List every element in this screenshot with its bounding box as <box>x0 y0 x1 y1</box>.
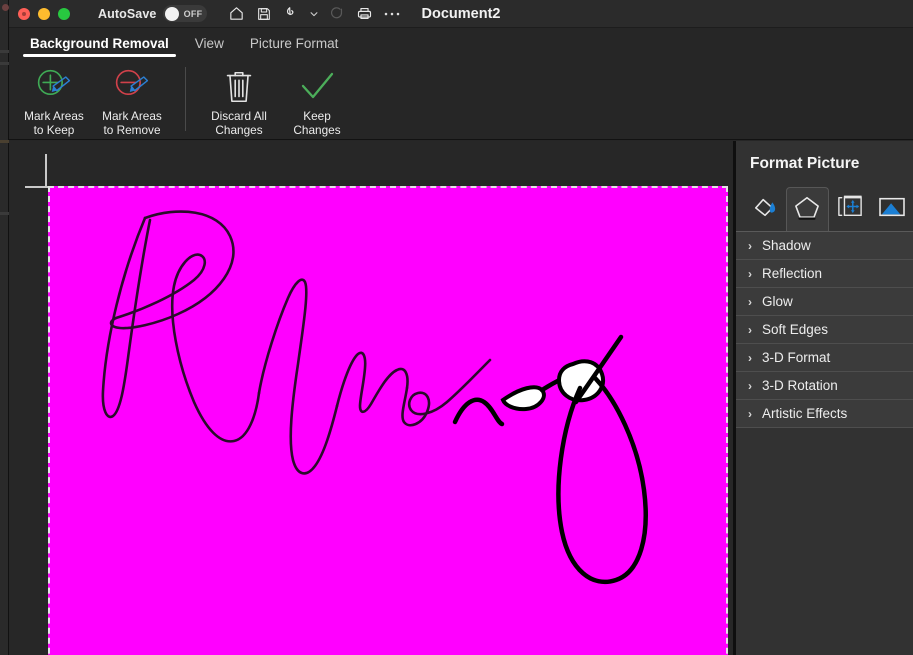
chevron-right-icon: › <box>748 266 752 281</box>
panel-section-3d-format[interactable]: › 3-D Format <box>736 344 913 372</box>
autosave-control[interactable]: AutoSave OFF <box>98 5 208 22</box>
document-canvas[interactable] <box>9 141 733 655</box>
close-group: Discard All Changes Keep Changes <box>200 63 356 137</box>
panel-section-glow[interactable]: › Glow <box>736 288 913 316</box>
panel-tab-bar <box>736 183 913 231</box>
panel-section-glow-label: Glow <box>762 294 793 309</box>
chevron-right-icon: › <box>748 294 752 309</box>
mark-areas-to-remove-label: Mark Areas to Remove <box>102 109 162 137</box>
chevron-right-icon: › <box>748 350 752 365</box>
checkmark-icon <box>298 67 336 107</box>
picture-tab[interactable] <box>871 187 913 231</box>
fill-and-line-tab[interactable] <box>744 187 786 231</box>
ribbon-tab-bar: Background Removal View Picture Format <box>9 28 913 57</box>
maximize-icon <box>62 12 66 16</box>
chevron-right-icon: › <box>748 406 752 421</box>
save-icon[interactable] <box>251 2 277 26</box>
panel-section-shadow[interactable]: › Shadow <box>736 232 913 260</box>
undo-icon[interactable] <box>279 2 305 26</box>
tab-background-removal[interactable]: Background Removal <box>17 36 182 57</box>
panel-section-list: › Shadow › Reflection › Glow › Soft Edge… <box>736 232 913 428</box>
trash-icon <box>222 67 256 107</box>
panel-title: Format Picture <box>736 141 913 183</box>
traffic-light-group <box>18 7 70 20</box>
tab-picture-format[interactable]: Picture Format <box>237 36 352 57</box>
minimize-window-button[interactable] <box>38 7 50 20</box>
autosave-knob <box>165 6 180 21</box>
close-window-button[interactable] <box>18 7 30 20</box>
plus-circle-pen-icon <box>34 67 74 107</box>
minimize-icon <box>42 12 46 16</box>
panel-section-3d-rotation-label: 3-D Rotation <box>762 378 838 393</box>
picture-icon <box>878 195 906 224</box>
size-and-properties-tab[interactable] <box>829 187 871 231</box>
keep-changes-button[interactable]: Keep Changes <box>278 63 356 137</box>
word-window: AutoSave OFF Document2 Background Remova… <box>9 0 913 655</box>
mark-areas-to-keep-label: Mark Areas to Keep <box>24 109 84 137</box>
chevron-down-icon[interactable] <box>307 2 321 26</box>
maximize-window-button[interactable] <box>58 7 70 20</box>
title-bar: AutoSave OFF Document2 <box>9 0 913 28</box>
minus-circle-pen-icon <box>112 67 152 107</box>
panel-section-artistic-effects-label: Artistic Effects <box>762 406 848 421</box>
quick-access-toolbar <box>223 2 405 26</box>
tab-background-removal-label: Background Removal <box>30 36 169 51</box>
app-root: AutoSave OFF Document2 Background Remova… <box>0 0 913 655</box>
discard-all-changes-button[interactable]: Discard All Changes <box>200 63 278 137</box>
format-picture-panel: Format Picture › Shadow › Reflection › G… <box>736 141 913 655</box>
close-icon <box>22 11 26 16</box>
layout-arrows-icon <box>836 194 864 224</box>
print-icon[interactable] <box>351 2 377 26</box>
margin-guide-vertical <box>45 154 47 188</box>
panel-section-soft-edges-label: Soft Edges <box>762 322 829 337</box>
keep-mark-blob <box>500 385 546 412</box>
chevron-right-icon: › <box>748 322 752 337</box>
tab-view[interactable]: View <box>182 36 237 57</box>
background-removal-marks <box>452 334 648 584</box>
workspace: Format Picture › Shadow › Reflection › G… <box>9 141 913 655</box>
panel-section-soft-edges[interactable]: › Soft Edges <box>736 316 913 344</box>
discard-all-changes-label: Discard All Changes <box>211 109 267 137</box>
redo-icon <box>323 2 349 26</box>
panel-empty-area <box>736 428 913 608</box>
tab-view-label: View <box>194 36 224 51</box>
effects-tab[interactable] <box>786 187 829 231</box>
panel-section-3d-format-label: 3-D Format <box>762 350 831 365</box>
background-window-close-dot <box>2 4 9 11</box>
more-options-icon[interactable] <box>379 2 405 26</box>
refine-group: Mark Areas to Keep Mark Areas to Remove <box>15 63 171 137</box>
chevron-right-icon: › <box>748 378 752 393</box>
chevron-right-icon: › <box>748 238 752 253</box>
pentagon-icon <box>793 194 821 225</box>
mark-areas-to-remove-button[interactable]: Mark Areas to Remove <box>93 63 171 137</box>
panel-section-shadow-label: Shadow <box>762 238 811 253</box>
paint-bucket-icon <box>752 195 778 224</box>
panel-section-artistic-effects[interactable]: › Artistic Effects <box>736 400 913 428</box>
background-window-sliver[interactable] <box>0 0 9 655</box>
ribbon-body: Mark Areas to Keep Mark Areas to Remove <box>9 57 913 140</box>
tab-picture-format-label: Picture Format <box>249 36 339 51</box>
autosave-label: AutoSave <box>98 6 157 21</box>
keep-mark-stroke <box>452 397 505 427</box>
keep-mark-stroke <box>556 375 648 584</box>
autosave-state-label: OFF <box>183 8 203 19</box>
background-window-line <box>0 50 9 53</box>
background-window-line <box>0 140 9 143</box>
panel-section-reflection[interactable]: › Reflection <box>736 260 913 288</box>
keep-changes-label: Keep Changes <box>293 109 341 137</box>
autosave-toggle[interactable]: OFF <box>163 5 208 22</box>
mark-areas-to-keep-button[interactable]: Mark Areas to Keep <box>15 63 93 137</box>
panel-section-3d-rotation[interactable]: › 3-D Rotation <box>736 372 913 400</box>
background-window-line <box>0 212 9 215</box>
panel-section-reflection-label: Reflection <box>762 266 823 281</box>
selected-picture[interactable] <box>48 186 728 655</box>
background-window-line <box>0 62 9 65</box>
home-icon[interactable] <box>223 2 249 26</box>
ribbon-separator <box>185 67 186 131</box>
